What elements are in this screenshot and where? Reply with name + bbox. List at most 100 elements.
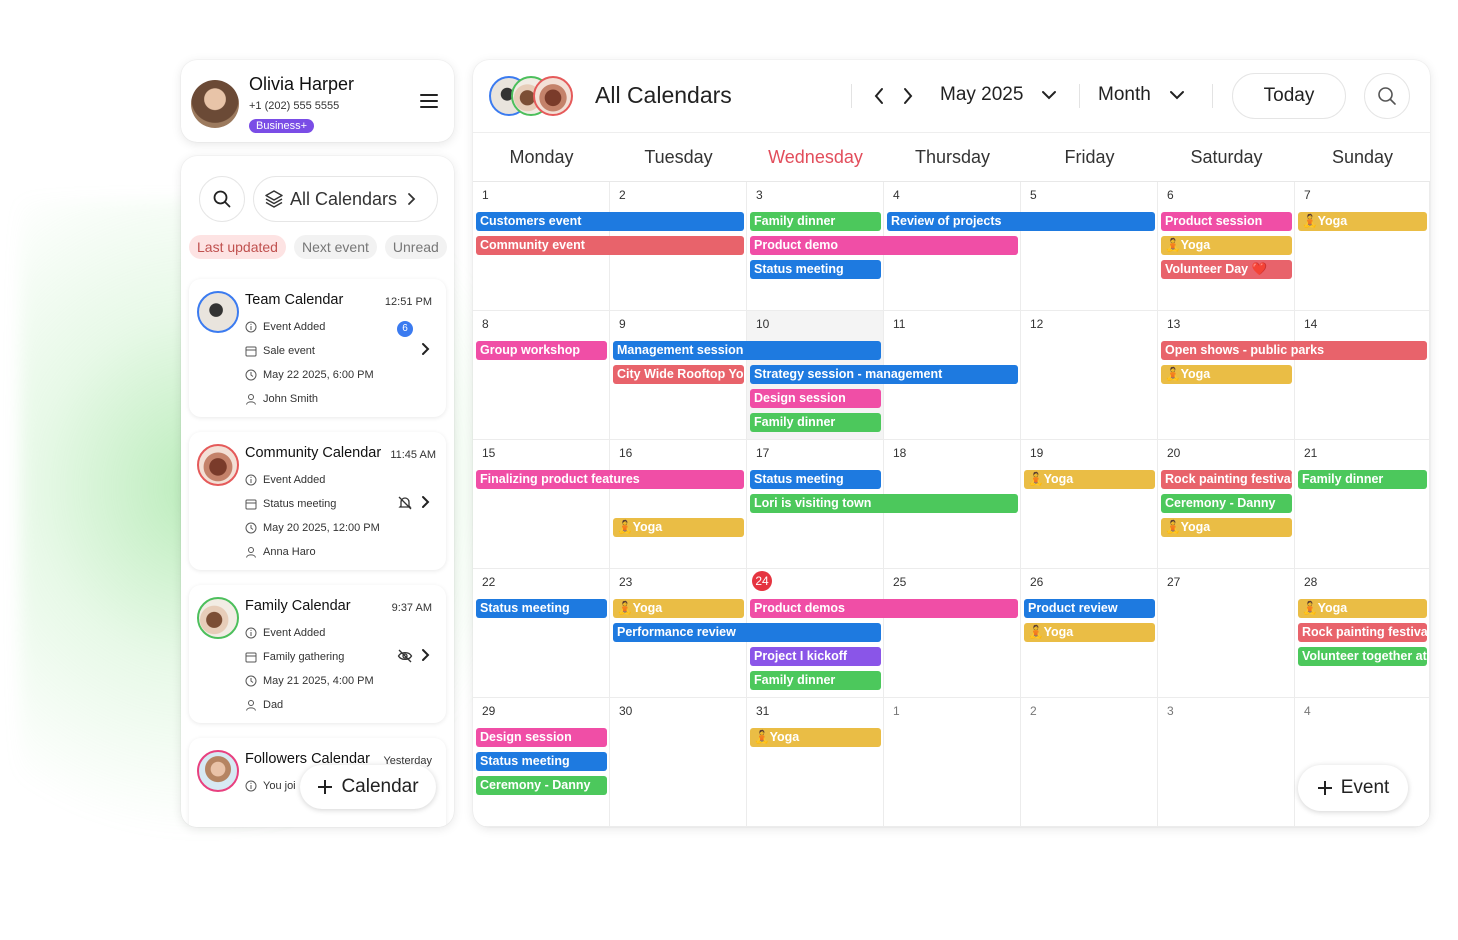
event-chip[interactable]: Status meeting (476, 752, 607, 771)
date-number: 4 (893, 188, 900, 202)
date-number: 31 (756, 704, 770, 718)
chevron-right-icon[interactable] (420, 495, 432, 509)
event-chip[interactable]: Product review (1024, 599, 1155, 618)
today-button[interactable]: Today (1232, 73, 1346, 119)
event-chip[interactable]: Strategy session - management (750, 365, 1018, 384)
day-cell[interactable]: 5 (1021, 182, 1158, 311)
day-cell[interactable]: 25 (884, 569, 1021, 698)
event-chip[interactable]: 🧘Yoga (613, 599, 744, 618)
add-event-button[interactable]: Event (1298, 765, 1408, 811)
day-cell[interactable]: 22 (473, 569, 610, 698)
event-chip[interactable]: Volunteer together at (1298, 647, 1427, 666)
day-cell[interactable]: 8 (473, 311, 610, 440)
eye-off-icon[interactable] (397, 648, 413, 664)
event-chip[interactable]: Product demos (750, 599, 1018, 618)
event-chip[interactable]: 🧘Yoga (1161, 365, 1292, 384)
date-number: 18 (893, 446, 907, 460)
day-cell[interactable]: 15 (473, 440, 610, 569)
day-cell[interactable]: 14 (1295, 311, 1430, 440)
day-cell[interactable]: 19 (1021, 440, 1158, 569)
day-cell[interactable]: 2 (1021, 698, 1158, 827)
event-chip[interactable]: Review of projects (887, 212, 1155, 231)
date-number: 6 (1167, 188, 1174, 202)
event-chip[interactable]: Rock painting festival (1298, 623, 1427, 642)
event-chip[interactable]: Project I kickoff (750, 647, 881, 666)
event-chip[interactable]: Family dinner (750, 413, 881, 432)
person-row: Anna Haro (245, 546, 316, 558)
day-cell[interactable]: 3 (1158, 698, 1295, 827)
person-name: Dad (263, 699, 284, 711)
event-chip[interactable]: 🧘Yoga (1298, 212, 1427, 231)
month-selector[interactable]: May 2025 (940, 84, 1057, 106)
event-chip[interactable]: City Wide Rooftop Yoga (613, 365, 744, 384)
day-cell[interactable]: 21 (1295, 440, 1430, 569)
event-chip[interactable]: Family dinner (1298, 470, 1427, 489)
day-cell[interactable]: 1 (884, 698, 1021, 827)
filter-chips: Last updated Next event Unread (189, 235, 447, 259)
event-chip[interactable]: 🧘Yoga (613, 518, 744, 537)
filter-next-event[interactable]: Next event (293, 235, 377, 259)
search-button[interactable] (199, 176, 245, 222)
event-chip[interactable]: Open shows - public parks (1161, 341, 1427, 360)
day-cell[interactable]: 16 (610, 440, 747, 569)
date-number: 25 (893, 575, 907, 589)
next-month-icon[interactable] (901, 86, 915, 106)
calendar-panel: All Calendars May 2025 Month Today Monda… (473, 60, 1430, 827)
event-chip[interactable]: 🧘Yoga (1161, 518, 1292, 537)
event-chip[interactable]: Design session (476, 728, 607, 747)
date-number: 10 (756, 317, 770, 331)
filter-unread[interactable]: Unread (384, 235, 447, 259)
calendar-item-community[interactable]: Community Calendar 11:45 AM Event Added … (189, 432, 446, 570)
calendar-icon (245, 499, 257, 510)
day-cell[interactable]: 7 (1295, 182, 1430, 311)
day-cell[interactable]: 27 (1158, 569, 1295, 698)
event-chip[interactable]: Finalizing product features (476, 470, 744, 489)
event-chip[interactable]: Status meeting (750, 260, 881, 279)
event-chip[interactable]: Performance review (613, 623, 881, 642)
event-chip[interactable]: Rock painting festival (1161, 470, 1292, 489)
event-chip[interactable]: Management session (613, 341, 881, 360)
calendar-search-button[interactable] (1364, 73, 1410, 119)
event-chip[interactable]: Customers event (476, 212, 744, 231)
user-avatar[interactable] (191, 80, 239, 128)
event-chip[interactable]: Product session (1161, 212, 1292, 231)
day-cell[interactable]: 30 (610, 698, 747, 827)
event-chip[interactable]: Family dinner (750, 671, 881, 690)
bell-muted-icon[interactable] (397, 495, 413, 511)
event-chip[interactable]: 🧘Yoga (1024, 623, 1155, 642)
event-chip[interactable]: Volunteer Day ❤️ (1161, 260, 1292, 279)
chevron-right-icon[interactable] (420, 342, 432, 356)
event-chip[interactable]: Ceremony - Danny (1161, 494, 1292, 513)
event-chip[interactable]: Product demo (750, 236, 1018, 255)
event-chip[interactable]: Design session (750, 389, 881, 408)
event-chip[interactable]: Lori is visiting town (750, 494, 1018, 513)
calendar-item-team[interactable]: Team Calendar 12:51 PM Event Added Sale … (189, 279, 446, 417)
calendar-item-family[interactable]: Family Calendar 9:37 AM Event Added Fami… (189, 585, 446, 723)
event-chip[interactable]: Community event (476, 236, 744, 255)
prev-month-icon[interactable] (872, 86, 886, 106)
day-cell[interactable]: 31 (747, 698, 884, 827)
chevron-down-icon (1042, 91, 1057, 100)
filter-last-updated[interactable]: Last updated (189, 235, 286, 259)
event-chip[interactable]: Family dinner (750, 212, 881, 231)
event-chip[interactable]: 🧘Yoga (750, 728, 881, 747)
event-date: May 21 2025, 4:00 PM (263, 675, 374, 687)
all-calendars-button[interactable]: All Calendars (253, 176, 438, 222)
event-chip[interactable]: 🧘Yoga (1298, 599, 1427, 618)
day-cell[interactable]: 12 (1021, 311, 1158, 440)
event-chip[interactable]: Ceremony - Danny (476, 776, 607, 795)
date-number: 16 (619, 446, 633, 460)
activity-row: Event Added (245, 627, 325, 639)
event-chip[interactable]: Group workshop (476, 341, 607, 360)
view-selector[interactable]: Month (1098, 84, 1185, 106)
event-chip[interactable]: 🧘Yoga (1024, 470, 1155, 489)
user-phone: +1 (202) 555 5555 (249, 100, 340, 112)
chevron-right-icon[interactable] (420, 648, 432, 662)
event-chip[interactable]: Status meeting (476, 599, 607, 618)
divider (1079, 84, 1080, 108)
event-chip[interactable]: 🧘Yoga (1161, 236, 1292, 255)
menu-icon[interactable] (420, 94, 438, 108)
calendar-avatar (197, 750, 239, 792)
add-calendar-button[interactable]: Calendar (300, 765, 436, 809)
event-chip[interactable]: Status meeting (750, 470, 881, 489)
